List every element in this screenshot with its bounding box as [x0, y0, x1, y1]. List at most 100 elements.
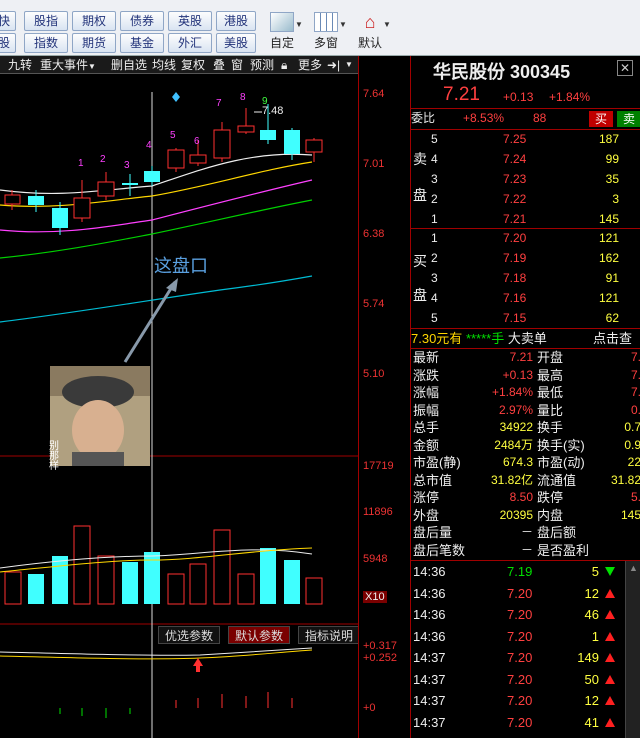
bid-level: 3: [431, 271, 438, 285]
stat-value-2: 0.9: [624, 437, 640, 452]
ask-level: 4: [431, 152, 438, 166]
tick-price: 7.20: [507, 628, 533, 644]
tick-time: 14:37: [413, 650, 446, 665]
tick-price: 7.20: [507, 693, 533, 708]
big-order-label: 大卖单: [507, 331, 547, 346]
up-arrow-icon: [193, 658, 203, 666]
stat-value: 8.50: [509, 490, 533, 504]
annotation-text: 这盘口: [154, 256, 208, 276]
axis-volume-label: 5948: [363, 553, 388, 565]
arrow-up-icon: [605, 696, 615, 705]
arrow-up-icon: [605, 653, 615, 662]
ma-line-green: [0, 199, 313, 259]
stat-value: 2.97%: [498, 402, 533, 417]
bid-level: 1: [431, 231, 438, 245]
stat-value: －: [520, 525, 533, 539]
ask-price: 7.24: [503, 152, 527, 166]
axis-volume-label: 17719: [363, 460, 394, 472]
axis-price-label: 6.38: [363, 228, 385, 240]
tick-time: 14:37: [413, 714, 446, 730]
arrow-up-icon: [605, 717, 615, 727]
stat-value-2: [607, 541, 640, 560]
stat-label-2: 最高: [537, 367, 564, 383]
ask-level: 5: [431, 132, 438, 146]
stat-value-2: 7.: [630, 385, 640, 399]
bid-volume: 62: [605, 311, 619, 325]
stat-label-2: 最低: [537, 385, 564, 400]
stat-value: 31.82亿: [490, 472, 533, 487]
svg-text:5: 5: [170, 130, 176, 141]
ask-volume: 187: [598, 132, 619, 146]
weibi-label: 委比: [411, 111, 436, 125]
bid-side-label: 盘: [413, 287, 427, 303]
stat-label: 盘后笔数: [413, 542, 466, 558]
tab-indicator-help[interactable]: 指标说明: [298, 626, 361, 644]
annotation-arrow: [123, 281, 177, 363]
tick-volume: 46: [584, 607, 599, 622]
close-icon[interactable]: ✕: [617, 60, 633, 76]
tick-time: 14:36: [413, 628, 446, 644]
chevron-down-icon[interactable]: ▼: [382, 16, 392, 34]
stat-label: 盘后量: [413, 525, 453, 540]
stock-code: 300345: [510, 62, 571, 82]
stat-label-2: 换手(实): [537, 437, 585, 453]
tick-scrollbar[interactable]: ▲: [625, 561, 640, 738]
sell-button[interactable]: 卖: [617, 111, 640, 127]
axis-indicator-label: +0.317: [363, 640, 397, 652]
arrow-up-icon: [605, 610, 615, 619]
bid-price: 7.15: [503, 311, 527, 325]
stat-label: 金额: [413, 437, 440, 453]
tick-volume: 1: [591, 628, 599, 644]
svg-text:4: 4: [146, 140, 152, 151]
stat-value-2: 31.82: [610, 472, 640, 487]
candle: [237, 125, 255, 133]
stat-value: 2484万: [494, 437, 533, 452]
tab-default-params[interactable]: 默认参数: [228, 626, 291, 644]
stock-price: 7.21: [443, 84, 480, 105]
diamond-marker: [172, 92, 180, 102]
axis-price-label: 7.64: [363, 88, 385, 100]
svg-text:9: 9: [262, 96, 268, 107]
stat-label: 市盈(静): [413, 455, 461, 470]
big-order-stars: *****手: [465, 331, 505, 346]
indicator-bars: [175, 692, 293, 708]
stat-value: 34922: [499, 420, 533, 434]
tab-optimal-params[interactable]: 优选参数: [158, 626, 221, 644]
candle: [284, 130, 300, 154]
axis-price-label: 5.10: [363, 368, 385, 380]
candle: [189, 154, 207, 164]
stat-value: +1.84%: [491, 385, 533, 399]
tick-volume: 149: [577, 650, 599, 665]
stat-label-2: 开盘: [537, 350, 564, 365]
ask-level: 1: [431, 212, 438, 226]
stat-label: 最新: [413, 350, 440, 365]
ask-price: 7.22: [503, 192, 527, 206]
ask-price: 7.25: [503, 132, 527, 146]
big-order-price: 7.30元有: [411, 331, 463, 346]
ask-volume: 35: [605, 172, 619, 186]
tick-time: 14:36: [413, 585, 446, 601]
stat-label-2: 量比: [537, 402, 564, 418]
ask-side-label: 卖: [413, 151, 427, 167]
tick-time: 14:36: [413, 564, 446, 579]
tick-price: 7.20: [507, 607, 533, 622]
scroll-up-icon[interactable]: ▲: [629, 563, 638, 573]
axis-indicator-label: +0.252: [363, 652, 397, 664]
stat-value-2: 7.: [630, 367, 640, 382]
stat-value-2: 5.: [630, 490, 640, 504]
stock-title: 华民股份 300345: [433, 58, 570, 84]
buy-button[interactable]: 买: [589, 111, 613, 127]
axis-volume-label: 11896: [363, 506, 393, 518]
big-order-link[interactable]: 点击查: [593, 329, 632, 348]
svg-text:3: 3: [124, 160, 130, 171]
weicha-value: 88: [533, 111, 547, 125]
svg-text:2: 2: [100, 154, 106, 165]
home-icon: ⌂: [364, 12, 376, 32]
bid-level: 4: [431, 291, 438, 305]
tick-price: 7.20: [507, 650, 533, 665]
candle: [4, 194, 21, 205]
tick-volume: 5: [591, 564, 599, 579]
ask-price: 7.21: [503, 212, 527, 226]
candle: [167, 149, 185, 169]
stat-value: +0.13: [502, 367, 533, 382]
